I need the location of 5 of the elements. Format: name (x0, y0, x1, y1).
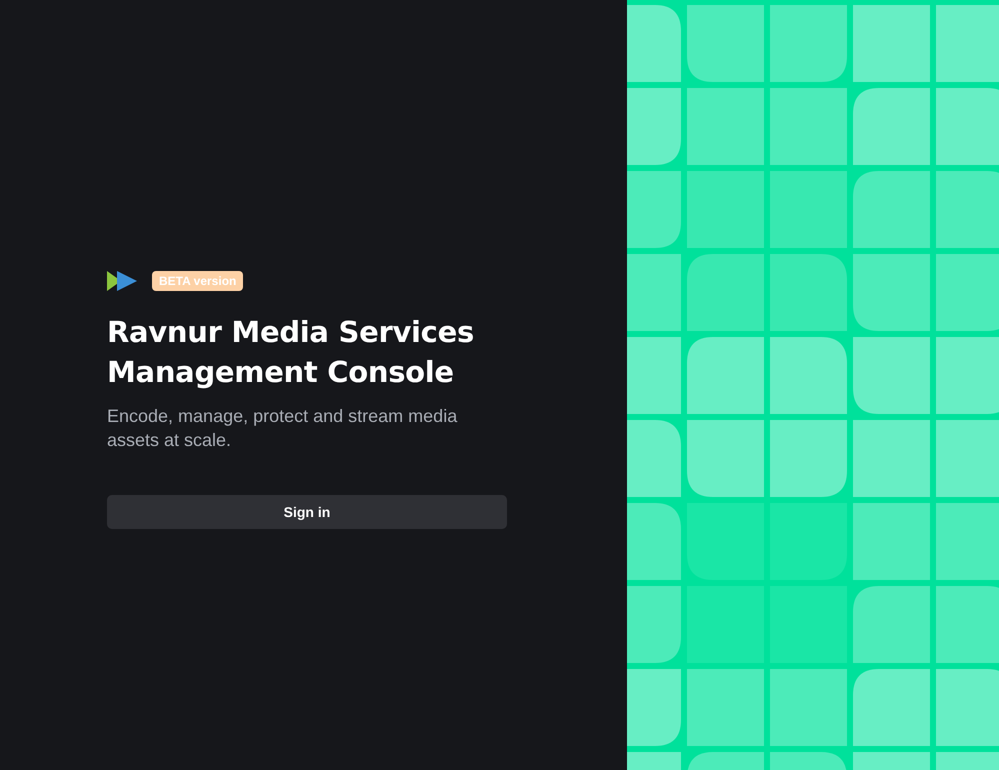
subtitle-text: Encode, manage, protect and stream media assets at scale. (107, 404, 458, 452)
beta-badge: BETA version (152, 270, 244, 290)
play-arrows-icon (107, 270, 137, 292)
page-title: Ravnur Media Services Management Console (107, 314, 475, 390)
sign-in-button[interactable]: Sign in (107, 494, 507, 528)
